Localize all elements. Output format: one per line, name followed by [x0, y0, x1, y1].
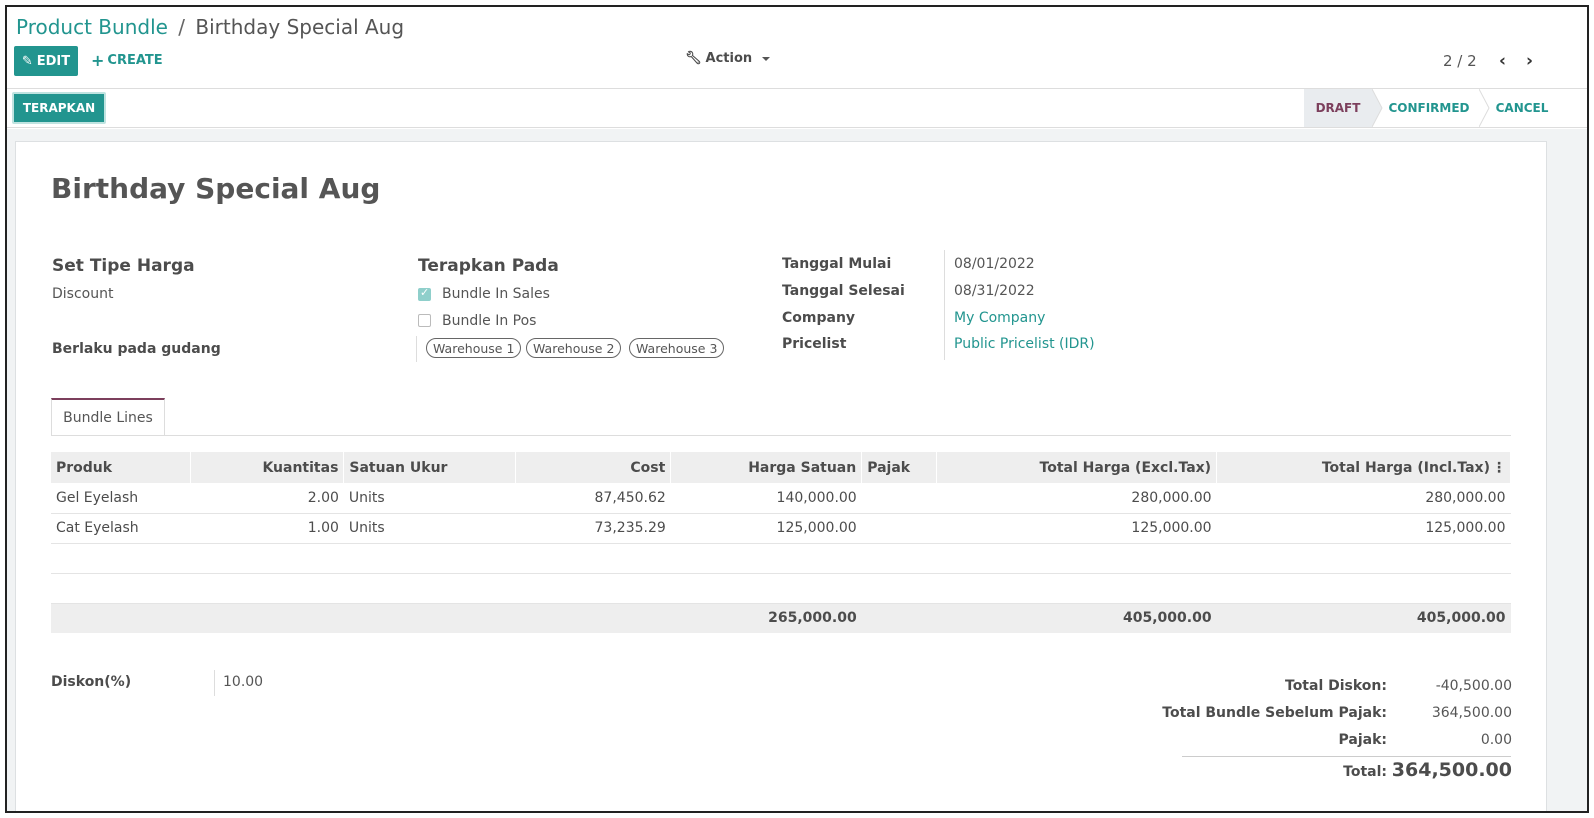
- chevron-left-icon[interactable]: ‹: [1499, 51, 1506, 71]
- start-date-label: Tanggal Mulai: [782, 256, 892, 272]
- action-dropdown[interactable]: 🔧︎ Action: [685, 51, 771, 66]
- table-row[interactable]: Cat Eyelash 1.00 Units 73,235.29 125,000…: [51, 513, 1511, 544]
- table-cell: [861, 483, 937, 514]
- app-window: Product Bundle / Birthday Special Aug ✎ …: [5, 5, 1589, 813]
- breadcrumb-separator: /: [178, 15, 186, 39]
- create-button[interactable]: + CREATE: [91, 51, 163, 70]
- apply-button[interactable]: TERAPKAN: [12, 92, 106, 124]
- column-header[interactable]: Pajak: [861, 452, 938, 483]
- discount-value[interactable]: 10.00: [223, 674, 263, 690]
- price-type-value[interactable]: Discount: [52, 286, 113, 302]
- total-discount-value: -40,500.00: [1435, 678, 1512, 694]
- before-tax-value: 364,500.00: [1431, 705, 1512, 721]
- company-label: Company: [782, 310, 856, 326]
- field-divider: [944, 250, 945, 360]
- total-excl-tax: 405,000.00: [936, 603, 1217, 633]
- edit-label: EDIT: [36, 53, 71, 69]
- create-label: CREATE: [107, 53, 163, 68]
- stage-cancel[interactable]: CANCEL: [1486, 89, 1558, 127]
- total-harga-satuan: 265,000.00: [670, 603, 862, 633]
- table-totals-row: 265,000.00 405,000.00 405,000.00: [51, 603, 1511, 633]
- column-header[interactable]: Kuantitas: [190, 452, 345, 483]
- tab-divider: [51, 435, 1511, 436]
- warehouse-tag[interactable]: Warehouse 1: [426, 338, 522, 358]
- pencil-icon: ✎: [21, 53, 33, 69]
- start-date-value[interactable]: 08/01/2022: [954, 256, 1035, 272]
- breadcrumb-current: Birthday Special Aug: [195, 15, 405, 39]
- table-cell: Units: [343, 513, 516, 544]
- warehouse-label: Berlaku pada gudang: [52, 341, 221, 357]
- empty-row: [51, 573, 1511, 604]
- table-cell: Units: [343, 483, 516, 514]
- pricelist-link[interactable]: Public Pricelist (IDR): [954, 336, 1095, 352]
- field-divider: [214, 670, 215, 696]
- column-header-last[interactable]: Total Harga (Incl.Tax) ⋮: [1216, 452, 1511, 483]
- table-row[interactable]: Gel Eyelash 2.00 Units 87,450.62 140,000…: [51, 483, 1511, 514]
- bundle-in-pos-checkbox[interactable]: [418, 314, 431, 327]
- table-cell: [861, 513, 937, 544]
- column-options-icon[interactable]: ⋮: [1492, 460, 1506, 476]
- bundle-in-pos-label: Bundle In Pos: [442, 313, 537, 329]
- table-cell: 280,000.00: [936, 483, 1217, 514]
- apply-on-heading: Terapkan Pada: [418, 256, 559, 276]
- table-cell: 73,235.29: [515, 513, 671, 544]
- table-cell: 87,450.62: [515, 483, 671, 514]
- bundle-in-sales-checkbox[interactable]: [418, 286, 431, 301]
- table-cell: 2.00: [190, 483, 344, 514]
- end-date-label: Tanggal Selesai: [782, 283, 905, 299]
- warehouse-tag[interactable]: Warehouse 3: [629, 338, 725, 358]
- stage-confirmed[interactable]: CONFIRMED: [1377, 89, 1481, 127]
- pricelist-label: Pricelist: [782, 336, 847, 352]
- chevron-right-icon[interactable]: ›: [1526, 51, 1533, 71]
- bundle-in-sales-label: Bundle In Sales: [442, 286, 550, 302]
- plus-icon: +: [91, 51, 105, 70]
- price-type-heading: Set Tipe Harga: [52, 256, 195, 276]
- table-cell: 125,000.00: [1216, 513, 1511, 544]
- column-header: Total Harga (Incl.Tax): [1321, 459, 1490, 476]
- table-cell: 280,000.00: [1216, 483, 1511, 514]
- table-header-row: Produk Kuantitas Satuan Ukur Cost Harga …: [51, 452, 1511, 483]
- form-sheet: Birthday Special Aug Set Tipe Harga Disc…: [15, 141, 1547, 811]
- column-header[interactable]: Satuan Ukur: [343, 452, 517, 483]
- empty-row: [51, 543, 1511, 574]
- caret-down-icon: [762, 56, 771, 61]
- grand-total-value: 364,500.00: [1391, 759, 1512, 781]
- company-link[interactable]: My Company: [954, 310, 1045, 326]
- end-date-value[interactable]: 08/31/2022: [954, 283, 1035, 299]
- before-tax-label: Total Bundle Sebelum Pajak:: [1162, 705, 1387, 721]
- column-header[interactable]: Harga Satuan: [670, 452, 863, 483]
- table-cell: 125,000.00: [936, 513, 1217, 544]
- stage-draft: DRAFT: [1304, 89, 1372, 127]
- page-title: Birthday Special Aug: [51, 172, 381, 205]
- totals-divider: [1182, 756, 1511, 757]
- grand-total-label: Total:: [1343, 764, 1387, 780]
- total-discount-label: Total Diskon:: [1285, 678, 1387, 694]
- bundle-lines-table: Produk Kuantitas Satuan Ukur Cost Harga …: [51, 452, 1511, 633]
- table-cell: Cat Eyelash: [51, 513, 191, 544]
- total-incl-tax: 405,000.00: [1216, 603, 1511, 633]
- field-divider: [416, 336, 417, 362]
- column-header[interactable]: Produk: [51, 452, 192, 483]
- breadcrumb: Product Bundle / Birthday Special Aug: [16, 15, 404, 39]
- pager-value[interactable]: 2 / 2: [1443, 52, 1477, 70]
- edit-button[interactable]: ✎ EDIT: [14, 46, 78, 76]
- tax-value: 0.00: [1480, 732, 1512, 748]
- table-cell: Gel Eyelash: [51, 483, 191, 514]
- tax-label: Pajak:: [1338, 732, 1388, 748]
- discount-label: Diskon(%): [51, 674, 132, 690]
- warehouse-tag[interactable]: Warehouse 2: [526, 338, 622, 358]
- tab-bundle-lines[interactable]: Bundle Lines: [51, 398, 165, 436]
- breadcrumb-parent-link[interactable]: Product Bundle: [16, 15, 168, 39]
- wrench-icon: 🔧︎: [685, 51, 702, 66]
- table-cell: 140,000.00: [670, 483, 862, 514]
- table-cell: 125,000.00: [670, 513, 862, 544]
- action-label: Action: [705, 51, 753, 66]
- status-bar: TERAPKAN DRAFT CONFIRMED CANCEL: [7, 88, 1587, 128]
- table-cell: 1.00: [190, 513, 344, 544]
- column-header[interactable]: Total Harga (Excl.Tax): [936, 452, 1218, 483]
- column-header[interactable]: Cost: [515, 452, 672, 483]
